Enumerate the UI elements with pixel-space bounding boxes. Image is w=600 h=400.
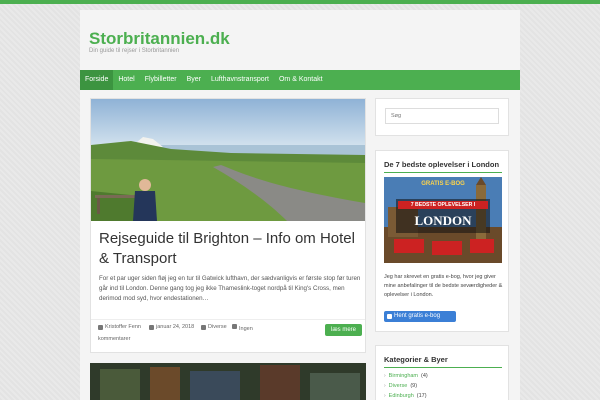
ebook-widget: De 7 bedste oplevelser i London GRATIS E… <box>375 150 509 332</box>
list-item: › Edinburgh (17) <box>384 391 428 400</box>
nav-item-hotel[interactable]: Hotel <box>113 70 139 90</box>
download-ebook-label: Hent gratis e-bog <box>394 313 441 319</box>
download-icon <box>387 314 392 319</box>
page-container: Storbritannien.dk Din guide til rejser i… <box>80 10 520 400</box>
category-count: (17) <box>416 393 427 399</box>
widget-divider <box>384 172 502 173</box>
widget-title-ebook: De 7 bedste oplevelser i London <box>384 160 500 169</box>
site-header: Storbritannien.dk Din guide til rejser i… <box>80 10 520 70</box>
download-ebook-button[interactable]: Hent gratis e-bog <box>384 311 456 322</box>
chevron-right-icon: › <box>384 373 386 379</box>
post-card: Rejseguide til Brighton – Info om Hotel … <box>90 98 366 353</box>
banner-line-2: 7 BEDSTE OPLEVELSER I <box>398 201 488 209</box>
chevron-right-icon: › <box>384 383 386 389</box>
search-widget <box>375 98 509 136</box>
post-meta: Kristoffer Fenn januar 24, 2018 Diverse … <box>91 319 365 353</box>
list-item: › Birmingham (4) <box>384 371 428 381</box>
list-item: › Diverse (9) <box>384 381 428 391</box>
nav-item-byer[interactable]: Byer <box>182 70 206 90</box>
nav-item-forside[interactable]: Forside <box>80 70 114 90</box>
categories-widget: Kategorier & Byer › Birmingham (4) › Div… <box>375 345 509 400</box>
ebook-banner[interactable]: GRATIS E-BOG 7 BEDSTE OPLEVELSER I LONDO… <box>384 177 502 263</box>
post-comments[interactable]: Ingen kommentarer <box>98 324 258 344</box>
category-count: (4) <box>421 373 428 379</box>
nav-item-om-kontakt[interactable]: Om & Kontakt <box>274 70 328 90</box>
widget-title-categories: Kategorier & Byer <box>384 355 448 364</box>
banner-line-3: LONDON <box>414 213 472 228</box>
nav-item-flybilletter[interactable]: Flybilletter <box>140 70 182 90</box>
post-excerpt: For et par uger siden fløj jeg en tur ti… <box>99 275 361 302</box>
post-title[interactable]: Rejseguide til Brighton – Info om Hotel … <box>99 229 361 269</box>
main-nav: Forside Hotel Flybilletter Byer Lufthavn… <box>80 70 520 90</box>
banner-line-1: GRATIS E-BOG <box>421 181 465 187</box>
read-more-button[interactable]: læs mere <box>324 324 362 336</box>
nav-item-lufthavnstransport[interactable]: Lufthavnstransport <box>206 70 274 90</box>
post-featured-image[interactable] <box>91 99 365 221</box>
widget-divider <box>384 367 502 368</box>
site-tagline: Din guide til rejser i Storbritannien <box>89 48 180 54</box>
site-title[interactable]: Storbritannien.dk <box>89 29 230 49</box>
category-link[interactable]: Edinburgh <box>389 391 414 400</box>
top-accent-bar <box>0 0 600 4</box>
search-input[interactable] <box>385 108 499 124</box>
next-post-image[interactable] <box>90 363 366 400</box>
category-list: › Birmingham (4) › Diverse (9) › Edinbur… <box>384 371 428 400</box>
category-count: (9) <box>410 383 418 389</box>
category-link[interactable]: Birmingham <box>389 371 418 381</box>
chevron-right-icon: › <box>384 393 386 399</box>
category-link[interactable]: Diverse <box>389 381 408 391</box>
ebook-description: Jeg har skrevet en gratis e-bog, hvor je… <box>384 274 503 298</box>
